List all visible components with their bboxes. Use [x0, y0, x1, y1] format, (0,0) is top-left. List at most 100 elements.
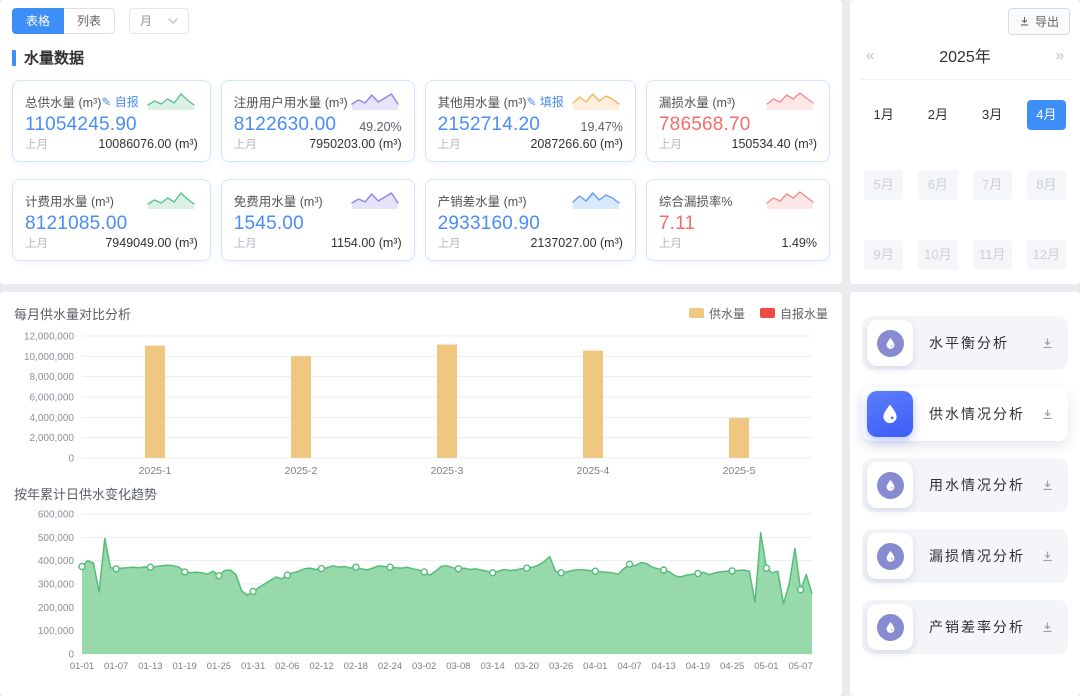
stat-card-prev-label: 上月	[25, 235, 48, 251]
stat-card-label: 注册用户用水量 (m³)	[234, 92, 348, 111]
month-grid: 1月2月3月4月5月6月7月8月9月10月11月12月	[860, 80, 1070, 284]
svg-text:4,000,000: 4,000,000	[30, 413, 75, 424]
area-chart-header: 按年累计日供水变化趋势	[14, 482, 828, 504]
app-root: 表格 列表 月 水量数据 总供水量 (m³) ✎ 自报 11054245.90	[0, 0, 1080, 696]
stat-card-prev-value: 7949049.00 (m³)	[105, 236, 197, 250]
download-icon	[1041, 550, 1054, 563]
stat-card: 其他用水量 (m³) ✎ 填报 2152714.20 19.47% 上月 208…	[425, 80, 636, 162]
legend-item[interactable]: 供水量	[689, 305, 745, 322]
sparkline-icon	[569, 90, 623, 112]
legend-item[interactable]: 自报水量	[760, 305, 828, 322]
stat-card-value: 11054245.90	[25, 114, 137, 136]
svg-text:2025-2: 2025-2	[285, 465, 318, 477]
stat-card-prev-value: 150534.40 (m³)	[732, 137, 817, 151]
svg-text:500,000: 500,000	[38, 533, 75, 544]
calendar-panel: 导出 « 2025年 » 1月2月3月4月5月6月7月8月9月10月11月12月	[850, 0, 1080, 284]
water-drop-icon	[884, 479, 897, 492]
svg-text:03-26: 03-26	[549, 661, 573, 672]
title-accent-bar	[12, 50, 16, 66]
month-cell-12: 12月	[1027, 240, 1066, 270]
svg-text:04-13: 04-13	[652, 661, 676, 672]
stat-card-prev-label: 上月	[659, 136, 682, 152]
svg-text:01-25: 01-25	[207, 661, 231, 672]
month-cell-10: 10月	[918, 240, 957, 270]
toolbar: 表格 列表 月	[12, 8, 830, 34]
stat-card-value: 8121085.00	[25, 213, 127, 235]
water-drop-tile	[867, 462, 913, 508]
water-drop-badge	[877, 614, 904, 641]
analysis-item-label: 产销差率分析	[929, 617, 1025, 637]
analysis-download-button[interactable]	[1041, 337, 1054, 350]
tab-table[interactable]: 表格	[12, 8, 64, 34]
stat-card: 计费用水量 (m³) 8121085.00 上月 7949049.00 (m³)	[12, 179, 211, 261]
water-drop-badge	[877, 543, 904, 570]
month-cell-7: 7月	[973, 170, 1012, 200]
analysis-list: 水平衡分析 供水情况分析 用水情况分析 漏损情况分析	[862, 316, 1068, 654]
analysis-item[interactable]: 水平衡分析	[862, 316, 1068, 370]
stat-card-percent: 49.20%	[359, 120, 401, 134]
download-icon	[1041, 408, 1054, 421]
svg-text:01-07: 01-07	[104, 661, 128, 672]
download-icon	[1041, 337, 1054, 350]
prev-year-button[interactable]: «	[866, 47, 874, 64]
next-year-button[interactable]: »	[1056, 47, 1064, 64]
month-cell-2[interactable]: 2月	[918, 100, 957, 130]
sparkline-icon	[144, 189, 198, 211]
analysis-item[interactable]: 用水情况分析	[862, 458, 1068, 512]
water-data-panel: 表格 列表 月 水量数据 总供水量 (m³) ✎ 自报 11054245.90	[0, 0, 842, 284]
stat-card-edit-link[interactable]: ✎ 自报	[101, 93, 138, 110]
stat-card-edit-link[interactable]: ✎ 填报	[527, 93, 564, 110]
month-cell-1[interactable]: 1月	[864, 100, 903, 130]
svg-text:03-02: 03-02	[412, 661, 436, 672]
monthly-supply-bar-chart: 02,000,0004,000,0006,000,0008,000,00010,…	[14, 324, 826, 482]
svg-text:02-18: 02-18	[344, 661, 368, 672]
svg-text:01-01: 01-01	[70, 661, 94, 672]
bar-chart-title: 每月供水量对比分析	[14, 304, 131, 323]
stat-card-value: 2933160.90	[438, 213, 540, 235]
stat-card-prev-label: 上月	[659, 235, 682, 251]
svg-text:04-19: 04-19	[686, 661, 710, 672]
analysis-item[interactable]: 漏损情况分析	[862, 529, 1068, 583]
analysis-item-label: 用水情况分析	[929, 475, 1025, 495]
export-button[interactable]: 导出	[1008, 8, 1070, 35]
svg-text:2025-5: 2025-5	[723, 465, 756, 477]
daily-supply-area-chart: 0100,000200,000300,000400,000500,000600,…	[14, 504, 826, 686]
svg-text:300,000: 300,000	[38, 580, 75, 591]
stat-card-prev-value: 10086076.00 (m³)	[98, 137, 197, 151]
svg-text:2,000,000: 2,000,000	[30, 433, 75, 444]
stat-card: 免费用水量 (m³) 1545.00 上月 1154.00 (m³)	[221, 179, 415, 261]
bar-chart-legend: 供水量 自报水量	[689, 305, 828, 322]
stat-card: 注册用户用水量 (m³) 8122630.00 49.20% 上月 795020…	[221, 80, 415, 162]
period-select-value: 月	[140, 14, 152, 28]
month-cell-3[interactable]: 3月	[973, 100, 1012, 130]
svg-text:01-13: 01-13	[138, 661, 162, 672]
analysis-item-label: 水平衡分析	[929, 333, 1009, 353]
analysis-download-button[interactable]	[1041, 479, 1054, 492]
analysis-item[interactable]: 产销差率分析	[862, 600, 1068, 654]
analysis-download-button[interactable]	[1041, 408, 1054, 421]
water-drop-badge	[877, 330, 904, 357]
svg-text:8,000,000: 8,000,000	[30, 372, 75, 383]
analysis-download-button[interactable]	[1041, 550, 1054, 563]
analysis-download-button[interactable]	[1041, 621, 1054, 634]
stat-card-prev-label: 上月	[234, 235, 257, 251]
year-label: 2025年	[939, 43, 991, 67]
stat-card-value: 2152714.20	[438, 114, 540, 136]
svg-text:100,000: 100,000	[38, 626, 75, 637]
period-select[interactable]: 月	[129, 8, 189, 34]
legend-label: 自报水量	[780, 305, 828, 322]
water-drop-icon	[879, 403, 901, 425]
stat-card: 漏损水量 (m³) 786568.70 上月 150534.40 (m³)	[646, 80, 830, 162]
svg-text:02-24: 02-24	[378, 661, 402, 672]
analysis-item[interactable]: 供水情况分析	[862, 387, 1068, 441]
month-cell-4[interactable]: 4月	[1027, 100, 1066, 130]
tab-list[interactable]: 列表	[64, 8, 115, 34]
svg-text:01-31: 01-31	[241, 661, 265, 672]
stat-card-label: 总供水量 (m³)	[25, 92, 101, 111]
svg-text:05-01: 05-01	[754, 661, 778, 672]
bar-chart-header: 每月供水量对比分析 供水量 自报水量	[14, 302, 828, 324]
stat-card-value: 8122630.00	[234, 114, 336, 136]
stat-card-prev-value: 1.49%	[782, 236, 817, 250]
svg-text:400,000: 400,000	[38, 556, 75, 567]
download-icon	[1041, 621, 1054, 634]
